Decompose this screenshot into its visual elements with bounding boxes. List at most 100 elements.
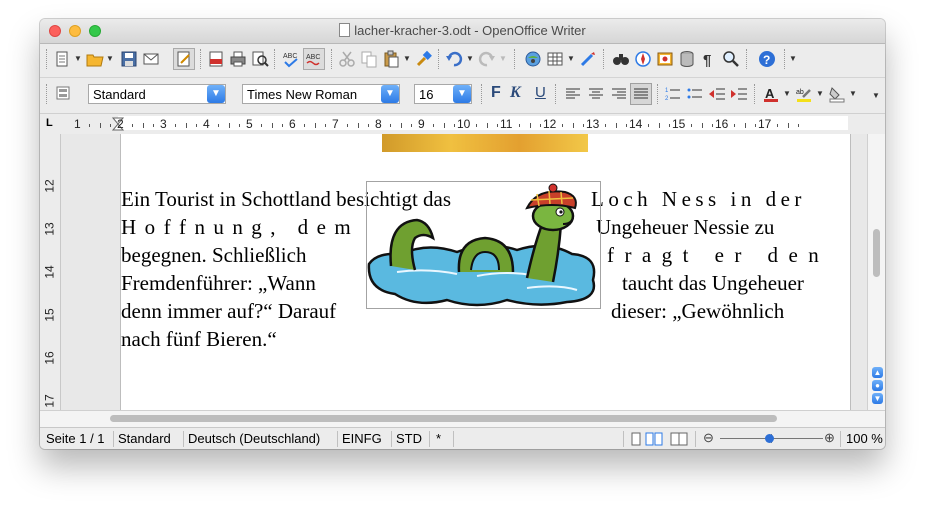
font-color-icon[interactable]: A [762, 85, 780, 103]
highlighting-icon[interactable]: ab [795, 85, 813, 103]
auto-spellcheck-toggle[interactable]: ABC [303, 48, 325, 70]
justify-toggle[interactable] [630, 83, 652, 105]
multi-page-view-icon[interactable] [645, 432, 663, 446]
insert-table-icon[interactable] [546, 50, 564, 68]
font-size-select[interactable]: 16 ▼ [414, 84, 472, 104]
align-center-icon[interactable] [587, 85, 605, 103]
bold-button[interactable]: F [491, 84, 501, 102]
document-area[interactable]: Ein Tourist in Schottland besichtigt das… [61, 134, 867, 410]
highlighting-dropdown-icon[interactable]: ▼ [816, 89, 824, 98]
status-page-style[interactable]: Standard [118, 431, 171, 446]
zoom-in-icon[interactable]: ⊕ [824, 430, 835, 446]
ruler-number: 5 [246, 117, 253, 131]
spellcheck-icon[interactable]: ABC [282, 50, 300, 68]
open-folder-icon[interactable] [86, 50, 104, 68]
status-selection-mode[interactable]: STD [396, 431, 422, 446]
new-document-icon[interactable] [54, 50, 72, 68]
horizontal-ruler[interactable]: L 1 2 3 4 5 6 7 8 9 10 11 12 13 14 15 16 17 [40, 113, 885, 135]
save-icon[interactable] [120, 50, 138, 68]
navigation-button[interactable]: ● [872, 380, 883, 391]
hyperlink-icon[interactable] [524, 50, 542, 68]
redo-icon[interactable] [478, 50, 496, 68]
background-color-dropdown-icon[interactable]: ▼ [849, 89, 857, 98]
justify-icon [634, 88, 648, 99]
align-left-icon[interactable] [564, 85, 582, 103]
draw-functions-icon[interactable] [579, 50, 597, 68]
undo-icon[interactable] [445, 50, 463, 68]
export-pdf-icon[interactable] [207, 50, 225, 68]
status-zoom-level[interactable]: 100 % [846, 431, 883, 446]
chevron-down-icon[interactable]: ▼ [207, 85, 225, 103]
formatting-marks-icon[interactable]: ¶ [700, 50, 718, 68]
ruler-number: 16 [715, 117, 729, 131]
bullets-icon[interactable] [686, 85, 704, 103]
font-color-dropdown-icon[interactable]: ▼ [783, 89, 791, 98]
increase-indent-icon[interactable] [730, 85, 748, 103]
tab-stop-type-icon[interactable]: L [46, 117, 53, 129]
horizontal-scroll-thumb[interactable] [110, 415, 777, 422]
cut-icon[interactable] [338, 50, 356, 68]
document-page[interactable]: Ein Tourist in Schottland besichtigt das… [120, 134, 851, 410]
chevron-down-icon[interactable]: ▼ [381, 85, 399, 103]
numbering-icon[interactable]: 12 [664, 85, 682, 103]
data-sources-icon[interactable] [678, 50, 696, 68]
status-separator [453, 431, 454, 447]
toolbar-grip[interactable] [46, 49, 51, 69]
align-right-icon[interactable] [610, 85, 628, 103]
ruler-tick [153, 124, 154, 127]
background-color-icon[interactable] [828, 85, 846, 103]
ruler-tick [89, 124, 90, 127]
ruler-tick [358, 123, 359, 128]
table-dropdown-icon[interactable]: ▼ [567, 54, 575, 63]
text-line-5: denn immer auf?“ Darauf [121, 299, 337, 323]
gallery-icon[interactable] [656, 50, 674, 68]
toolbar-grip[interactable] [46, 84, 51, 104]
help-icon[interactable]: ? [758, 50, 776, 68]
zoom-slider-thumb[interactable] [765, 434, 774, 443]
undo-dropdown-icon[interactable]: ▼ [466, 54, 474, 63]
vertical-scroll-thumb[interactable] [873, 229, 880, 277]
chevron-down-icon[interactable]: ▼ [453, 85, 471, 103]
vertical-ruler-number: 17 [42, 394, 57, 408]
zoom-out-icon[interactable]: ⊖ [703, 430, 714, 446]
nessie-image-frame[interactable] [366, 181, 601, 309]
status-language[interactable]: Deutsch (Deutschland) [188, 431, 320, 446]
vertical-scrollbar[interactable]: ▲ ● ▼ [867, 134, 885, 410]
toolbar-overflow-icon[interactable]: ▼ [789, 54, 797, 63]
page-preview-icon[interactable] [251, 50, 269, 68]
find-replace-icon[interactable] [612, 50, 630, 68]
svg-text:?: ? [763, 53, 770, 67]
paste-dropdown-icon[interactable]: ▼ [403, 54, 411, 63]
underline-button[interactable]: U [535, 84, 546, 101]
book-view-icon[interactable] [670, 432, 688, 446]
formatting-overflow-icon[interactable]: ▼ [872, 91, 880, 100]
previous-image-fragment[interactable] [382, 134, 588, 152]
font-name-select[interactable]: Times New Roman ▼ [242, 84, 400, 104]
paste-icon[interactable] [382, 50, 400, 68]
copy-icon[interactable] [360, 50, 378, 68]
italic-button[interactable]: K [510, 84, 521, 102]
status-insert-mode[interactable]: EINFG [342, 431, 382, 446]
redo-dropdown-icon[interactable]: ▼ [499, 54, 507, 63]
edit-mode-toggle[interactable] [173, 48, 195, 70]
navigator-icon[interactable] [634, 50, 652, 68]
next-page-button[interactable]: ▼ [872, 393, 883, 404]
previous-page-button[interactable]: ▲ [872, 367, 883, 378]
print-icon[interactable] [229, 50, 247, 68]
zoom-icon[interactable] [722, 50, 740, 68]
vertical-ruler[interactable]: 12 13 14 15 16 17 [40, 134, 61, 410]
status-page[interactable]: Seite 1 / 1 [46, 431, 105, 446]
open-dropdown-icon[interactable]: ▼ [106, 54, 114, 63]
email-document-icon[interactable] [142, 50, 160, 68]
ruler-tick [734, 124, 735, 127]
ruler-tick [315, 123, 316, 128]
styles-formatting-icon[interactable] [54, 84, 72, 102]
single-page-view-icon[interactable] [630, 432, 642, 446]
loch-ness-monster-image[interactable] [367, 182, 602, 310]
decrease-indent-icon[interactable] [708, 85, 726, 103]
clone-formatting-icon[interactable] [415, 50, 433, 68]
horizontal-scrollbar[interactable] [40, 410, 885, 427]
paragraph-style-select[interactable]: Standard ▼ [88, 84, 226, 104]
new-dropdown-icon[interactable]: ▼ [74, 54, 82, 63]
status-bar: Seite 1 / 1 Standard Deutsch (Deutschlan… [40, 427, 885, 449]
